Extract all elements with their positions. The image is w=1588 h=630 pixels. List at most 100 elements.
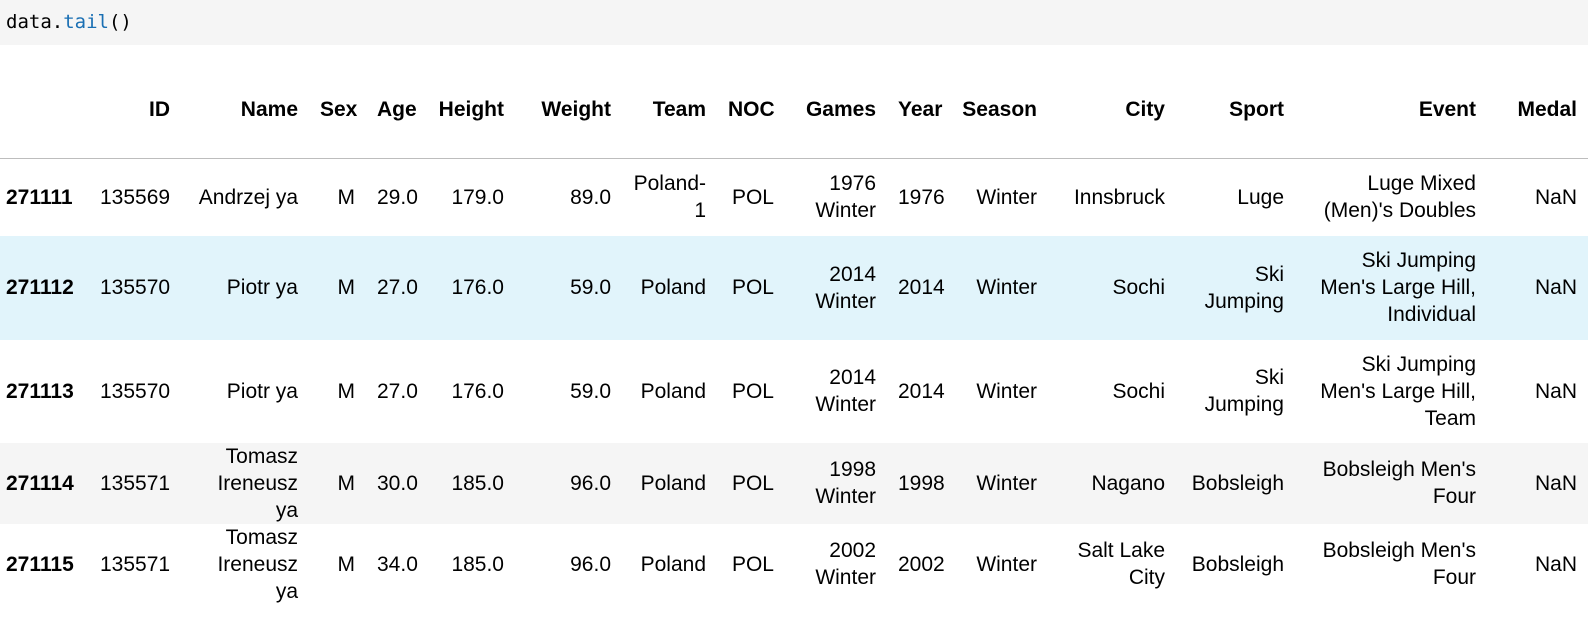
- column-header: Team: [622, 60, 717, 159]
- output-area: ID Name Sex Age Height Weight Team NOC G…: [0, 45, 1588, 605]
- cell-age: 27.0: [377, 379, 418, 403]
- cell-team: Poland: [640, 471, 706, 495]
- cell-noc: POL: [731, 276, 774, 299]
- column-header: Season: [950, 60, 1048, 159]
- cell-age: 34.0: [377, 552, 418, 576]
- column-header: ID: [89, 60, 181, 159]
- cell-id: 135569: [100, 185, 171, 209]
- cell-age: 27.0: [377, 276, 418, 299]
- column-header: Medal: [1487, 60, 1588, 159]
- cell-weight: 59.0: [570, 276, 611, 299]
- code-parens: (): [108, 11, 132, 33]
- column-header: NOC: [717, 60, 785, 159]
- column-header: Age: [366, 60, 423, 159]
- cell-height: 185.0: [451, 552, 504, 576]
- cell-event: Luge Mixed (Men)'s Doubles: [1323, 172, 1476, 223]
- cell-team: Poland: [640, 379, 706, 403]
- cell-sex: M: [337, 276, 356, 299]
- column-header: City: [1048, 60, 1176, 159]
- column-header: Event: [1295, 60, 1487, 159]
- cell-city: Salt Lake City: [1077, 539, 1165, 589]
- cell-age: 29.0: [377, 185, 418, 209]
- cell-event: Ski Jumping Men's Large Hill, Individual: [1320, 249, 1476, 326]
- row-index: 271114: [6, 471, 74, 495]
- row-index: 271112: [6, 276, 74, 299]
- column-header: Height: [423, 60, 515, 159]
- cell-event: Ski Jumping Men's Large Hill, Team: [1320, 352, 1476, 430]
- cell-medal: NaN: [1534, 552, 1577, 576]
- column-header: Name: [181, 60, 309, 159]
- cell-sex: M: [337, 379, 356, 403]
- cell-weight: 59.0: [570, 379, 611, 403]
- cell-weight: 96.0: [570, 471, 611, 495]
- cell-name: Tomasz Ireneusz ya: [217, 525, 298, 603]
- cell-sex: M: [337, 185, 356, 209]
- cell-sex: M: [337, 471, 356, 495]
- cell-age: 30.0: [377, 471, 418, 495]
- index-header: [0, 60, 89, 159]
- code-cell[interactable]: data.tail(): [0, 0, 1588, 45]
- cell-event: Bobsleigh Men's Four: [1322, 539, 1476, 589]
- cell-medal: NaN: [1534, 379, 1577, 403]
- column-header: Weight: [515, 60, 622, 159]
- cell-height: 179.0: [451, 185, 504, 209]
- column-header: Sport: [1176, 60, 1295, 159]
- table-row: 271111 135569 Andrzej ya M 29.0 179.0 89…: [0, 159, 1588, 236]
- cell-id: 135571: [100, 471, 171, 495]
- cell-season: Winter: [976, 552, 1037, 576]
- cell-sex: M: [337, 552, 356, 576]
- cell-team: Poland: [640, 552, 706, 576]
- cell-year: 1998: [898, 471, 945, 495]
- column-header: Games: [785, 60, 887, 159]
- cell-city: Nagano: [1091, 471, 1165, 495]
- cell-team: Poland-1: [633, 172, 706, 223]
- cell-height: 185.0: [451, 471, 504, 495]
- cell-city: Sochi: [1112, 379, 1165, 403]
- cell-games: 2014 Winter: [815, 366, 876, 416]
- cell-name: Piotr ya: [226, 276, 298, 299]
- table-row: 271113 135570 Piotr ya M 27.0 176.0 59.0…: [0, 340, 1588, 443]
- cell-medal: NaN: [1534, 471, 1577, 495]
- cell-games: 1976 Winter: [815, 172, 876, 223]
- cell-year: 2014: [898, 276, 945, 299]
- cell-id: 135570: [100, 379, 171, 403]
- header-row: ID Name Sex Age Height Weight Team NOC G…: [0, 60, 1588, 159]
- cell-city: Innsbruck: [1073, 185, 1165, 209]
- cell-height: 176.0: [451, 276, 504, 299]
- cell-name: Andrzej ya: [198, 185, 298, 209]
- cell-height: 176.0: [451, 379, 504, 403]
- cell-year: 2002: [898, 552, 945, 576]
- cell-games: 2002 Winter: [815, 539, 876, 589]
- cell-name: Tomasz Ireneusz ya: [217, 444, 298, 522]
- cell-sport: Ski Jumping: [1204, 366, 1284, 416]
- code-object: data: [6, 11, 52, 33]
- cell-weight: 89.0: [570, 185, 611, 209]
- cell-medal: NaN: [1534, 276, 1577, 299]
- cell-name: Piotr ya: [226, 379, 298, 403]
- code-method: tail: [63, 11, 109, 33]
- cell-event: Bobsleigh Men's Four: [1322, 458, 1476, 508]
- cell-year: 2014: [898, 379, 945, 403]
- cell-year: 1976: [898, 185, 945, 209]
- cell-medal: NaN: [1534, 185, 1577, 209]
- dataframe-table: ID Name Sex Age Height Weight Team NOC G…: [0, 60, 1588, 605]
- cell-weight: 96.0: [570, 552, 611, 576]
- cell-team: Poland: [640, 276, 706, 299]
- cell-noc: POL: [731, 379, 774, 403]
- cell-season: Winter: [976, 471, 1037, 495]
- table-row: 271112 135570 Piotr ya M 27.0 176.0 59.0…: [0, 235, 1588, 340]
- table-row: 271115 135571 Tomasz Ireneusz ya M 34.0 …: [0, 524, 1588, 605]
- column-header: Year: [887, 60, 950, 159]
- cell-id: 135571: [100, 552, 171, 576]
- cell-season: Winter: [976, 379, 1037, 403]
- cell-noc: POL: [731, 471, 774, 495]
- cell-noc: POL: [731, 552, 774, 576]
- cell-sport: Bobsleigh: [1191, 552, 1284, 576]
- row-index: 271111: [6, 185, 73, 209]
- cell-id: 135570: [100, 276, 171, 299]
- code-dot: .: [51, 11, 64, 33]
- column-header: Sex: [309, 60, 366, 159]
- cell-city: Sochi: [1112, 276, 1165, 299]
- table-row: 271114 135571 Tomasz Ireneusz ya M 30.0 …: [0, 442, 1588, 524]
- cell-season: Winter: [976, 185, 1037, 209]
